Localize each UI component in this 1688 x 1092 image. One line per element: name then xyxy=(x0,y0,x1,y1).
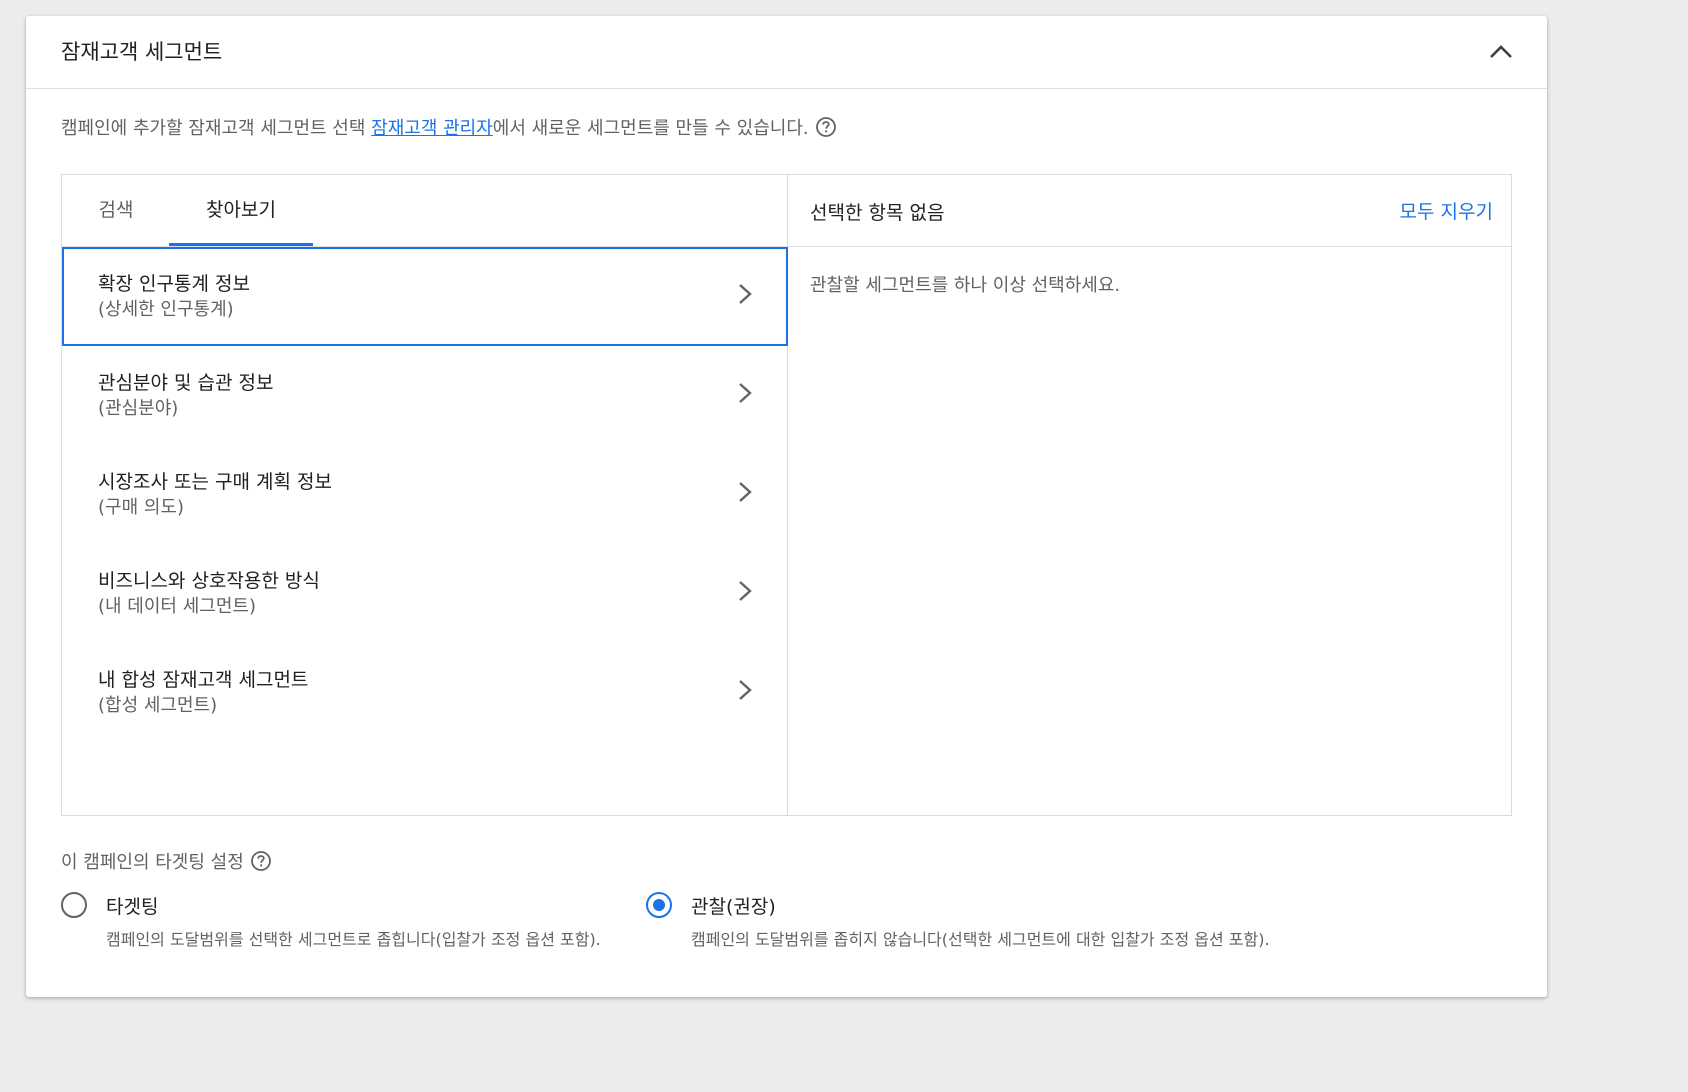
browse-pane: 검색 찾아보기 확장 인구통계 정보 (상세한 인구통계) 관심분야 및 습관 … xyxy=(62,175,788,815)
tab-browse[interactable]: 찾아보기 xyxy=(169,175,313,246)
selection-header: 선택한 항목 없음 모두 지우기 xyxy=(788,175,1511,247)
radio-description: 캠페인의 도달범위를 좁히지 않습니다(선택한 세그먼트에 대한 입찰가 조정 … xyxy=(691,930,1270,949)
radio-description: 캠페인의 도달범위를 선택한 세그먼트로 좁힙니다(입찰가 조정 옵션 포함). xyxy=(106,930,601,949)
targeting-label-text: 이 캠페인의 타겟팅 설정 xyxy=(61,852,244,873)
category-item-your-data[interactable]: 비즈니스와 상호작용한 방식 (내 데이터 세그먼트) xyxy=(62,544,787,643)
description-after: 에서 새로운 세그먼트를 만들 수 있습니다. xyxy=(492,118,809,139)
card-header: 잠재고객 세그먼트 xyxy=(26,16,1547,89)
category-title: 시장조사 또는 구매 계획 정보 xyxy=(98,471,332,493)
chevron-up-icon xyxy=(1490,45,1512,58)
radio-title: 관찰(권장) xyxy=(691,896,776,918)
chevron-right-icon xyxy=(739,284,752,304)
category-title: 내 합성 잠재고객 세그먼트 xyxy=(98,669,309,691)
category-subtitle: (구매 의도) xyxy=(98,497,185,518)
selection-pane: 선택한 항목 없음 모두 지우기 관찰할 세그먼트를 하나 이상 선택하세요. xyxy=(788,175,1511,815)
chevron-right-icon xyxy=(739,383,752,403)
audience-segments-card: 잠재고객 세그먼트 캠페인에 추가할 잠재고객 세그먼트 선택 잠재고객 관리자… xyxy=(26,16,1547,997)
active-tab-indicator xyxy=(169,243,313,246)
chevron-right-icon xyxy=(739,581,752,601)
segment-picker-panel: 검색 찾아보기 확장 인구통계 정보 (상세한 인구통계) 관심분야 및 습관 … xyxy=(61,174,1512,816)
clear-all-button[interactable]: 모두 지우기 xyxy=(1400,197,1493,224)
category-item-detailed-demographics[interactable]: 확장 인구통계 정보 (상세한 인구통계) xyxy=(62,247,788,346)
tab-search[interactable]: 검색 xyxy=(80,175,152,246)
category-title: 비즈니스와 상호작용한 방식 xyxy=(98,570,320,592)
category-title: 확장 인구통계 정보 xyxy=(98,273,250,295)
radio-title: 타겟팅 xyxy=(106,896,159,918)
category-item-in-market[interactable]: 시장조사 또는 구매 계획 정보 (구매 의도) xyxy=(62,445,787,544)
help-circle-icon[interactable] xyxy=(815,116,837,143)
help-circle-icon[interactable] xyxy=(250,850,272,877)
selection-hint: 관찰할 세그먼트를 하나 이상 선택하세요. xyxy=(810,275,1121,296)
category-subtitle: (내 데이터 세그먼트) xyxy=(98,596,256,617)
audience-manager-link[interactable]: 잠재고객 관리자 xyxy=(371,118,493,139)
description-text: 캠페인에 추가할 잠재고객 세그먼트 선택 잠재고객 관리자에서 새로운 세그먼… xyxy=(61,114,837,143)
tab-bar: 검색 찾아보기 xyxy=(62,175,787,247)
radio-checked-icon[interactable] xyxy=(646,892,672,918)
category-title: 관심분야 및 습관 정보 xyxy=(98,372,274,394)
chevron-right-icon xyxy=(739,482,752,502)
targeting-setting-label: 이 캠페인의 타겟팅 설정 xyxy=(61,848,272,877)
category-list: 확장 인구통계 정보 (상세한 인구통계) 관심분야 및 습관 정보 (관심분야… xyxy=(62,247,788,742)
category-subtitle: (상세한 인구통계) xyxy=(98,299,234,320)
card-title: 잠재고객 세그먼트 xyxy=(61,40,223,64)
category-item-combined[interactable]: 내 합성 잠재고객 세그먼트 (합성 세그먼트) xyxy=(62,643,787,742)
collapse-button[interactable] xyxy=(1485,36,1517,68)
chevron-right-icon xyxy=(739,680,752,700)
selection-status: 선택한 항목 없음 xyxy=(810,202,945,224)
radio-unchecked-icon[interactable] xyxy=(61,892,87,918)
category-item-interests[interactable]: 관심분야 및 습관 정보 (관심분야) xyxy=(62,346,787,445)
category-subtitle: (관심분야) xyxy=(98,398,179,419)
description-before: 캠페인에 추가할 잠재고객 세그먼트 선택 xyxy=(61,118,372,139)
category-subtitle: (합성 세그먼트) xyxy=(98,695,218,716)
